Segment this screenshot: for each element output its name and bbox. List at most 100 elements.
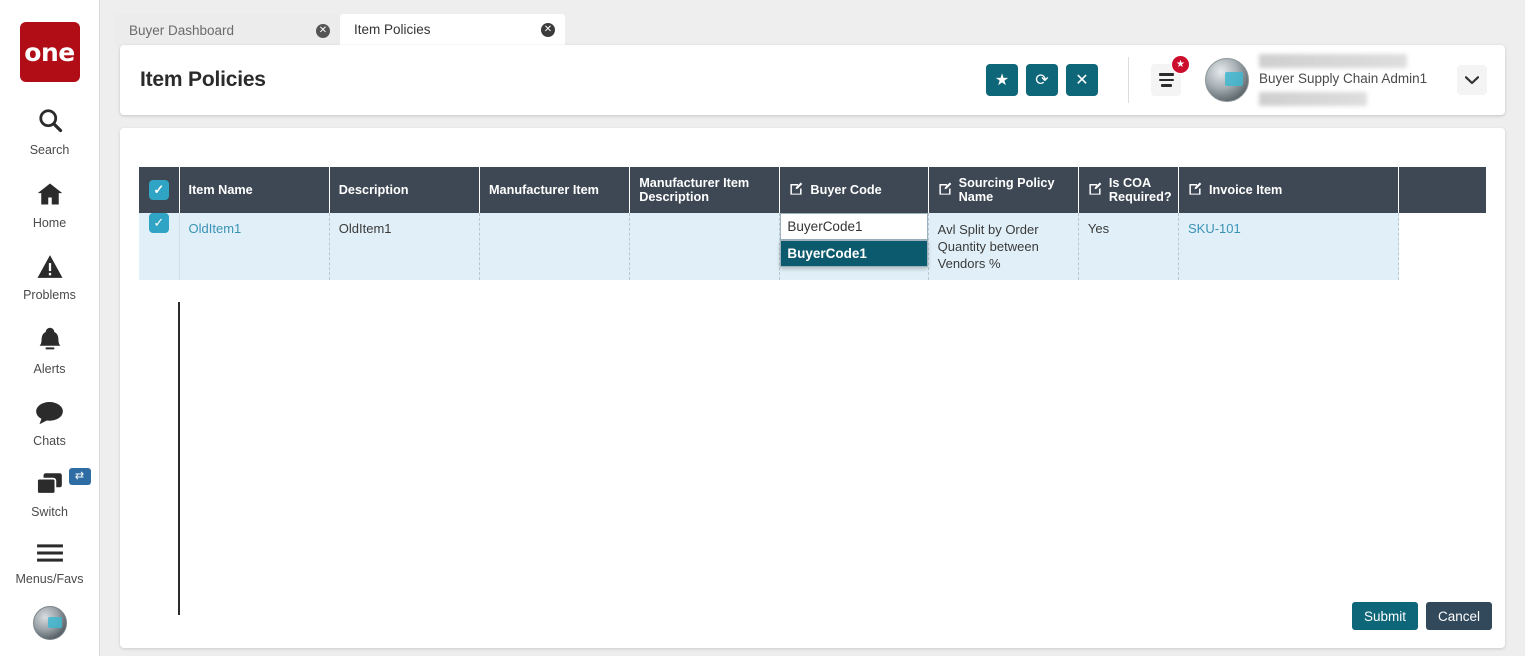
item-name-link[interactable]: OldItem1 bbox=[189, 221, 242, 236]
page-title: Item Policies bbox=[140, 68, 266, 91]
column-header-buyer-code[interactable]: Buyer Code bbox=[779, 167, 929, 213]
sidebar-avatar[interactable] bbox=[32, 606, 67, 640]
close-icon[interactable]: ✕ bbox=[541, 22, 555, 37]
cancel-button[interactable]: Cancel bbox=[1425, 602, 1492, 630]
cell-buyer-code[interactable]: BuyerCode1 BuyerCode1 bbox=[779, 213, 929, 280]
sidebar-item-label: Search bbox=[29, 143, 70, 157]
switch-windows-icon bbox=[35, 472, 64, 500]
row-select-cell: ✓ bbox=[139, 213, 180, 280]
sidebar-item-chats[interactable]: Chats bbox=[0, 400, 100, 448]
user-menu-toggle[interactable] bbox=[1457, 65, 1487, 95]
app-logo[interactable]: one bbox=[19, 22, 80, 82]
sidebar-item-search[interactable]: Search bbox=[0, 106, 100, 157]
application-window: one Search Home Problems Alerts Chats ⇄ … bbox=[0, 0, 1525, 656]
edit-pencil-icon bbox=[938, 181, 953, 199]
invoice-item-link[interactable]: SKU-101 bbox=[1188, 221, 1241, 236]
table-head: ✓ Item Name Description Manufacturer Ite… bbox=[139, 167, 1486, 213]
header-divider bbox=[1128, 57, 1129, 103]
autocomplete-option[interactable]: BuyerCode1 bbox=[781, 241, 928, 266]
sourcing-policy-name-value: Avl Split by Order Quantity between Vend… bbox=[937, 222, 1039, 271]
column-header-is-coa-required[interactable]: Is COA Required? bbox=[1078, 167, 1180, 213]
redacted-role-line bbox=[1259, 92, 1367, 106]
tab-label: Buyer Dashboard bbox=[129, 23, 235, 38]
column-label: Buyer Code bbox=[810, 182, 882, 197]
cell-manufacturer-item-description bbox=[629, 213, 781, 280]
row-checkbox[interactable]: ✓ bbox=[148, 213, 169, 233]
column-header-manufacturer-item[interactable]: Manufacturer Item bbox=[479, 167, 631, 213]
is-coa-required-value: Yes bbox=[1087, 221, 1110, 236]
sidebar-item-switch[interactable]: ⇄ Switch bbox=[0, 468, 100, 519]
tab-item-policies[interactable]: Item Policies ✕ bbox=[340, 14, 565, 47]
grid-frozen-column-divider bbox=[178, 302, 180, 615]
app-logo-text: one bbox=[24, 37, 75, 67]
edit-pencil-icon bbox=[1188, 181, 1203, 199]
select-all-header: ✓ bbox=[139, 167, 180, 213]
sidebar-item-label: Chats bbox=[33, 434, 66, 448]
table-body: ✓ OldItem1 OldItem1 BuyerCode1 BuyerCode… bbox=[139, 213, 1486, 280]
sidebar-item-label: Home bbox=[32, 216, 67, 230]
menu-button[interactable]: ★ bbox=[1151, 55, 1190, 96]
content-card: ✓ Item Name Description Manufacturer Ite… bbox=[120, 128, 1505, 648]
column-label: Is COA Required? bbox=[1108, 176, 1172, 204]
star-badge-icon: ★ bbox=[1171, 55, 1190, 74]
redacted-company-name bbox=[1259, 54, 1407, 68]
buyer-code-autocomplete-dropdown: BuyerCode1 bbox=[780, 240, 929, 267]
table-header-row: ✓ Item Name Description Manufacturer Ite… bbox=[139, 167, 1486, 213]
sidebar-item-problems[interactable]: Problems bbox=[0, 254, 100, 302]
close-button[interactable]: ✕ bbox=[1066, 64, 1098, 96]
column-header-spacer bbox=[1398, 167, 1486, 213]
sidebar-item-alerts[interactable]: Alerts bbox=[0, 326, 100, 376]
select-all-checkbox[interactable]: ✓ bbox=[148, 180, 169, 200]
sidebar-item-label: Menus/Favs bbox=[15, 572, 84, 586]
star-icon: ★ bbox=[994, 72, 1010, 89]
column-label: Item Name bbox=[188, 183, 253, 197]
cell-spacer bbox=[1398, 213, 1486, 280]
home-icon bbox=[36, 181, 64, 211]
cell-item-name[interactable]: OldItem1 bbox=[179, 213, 330, 280]
avatar[interactable] bbox=[1205, 58, 1249, 102]
cell-description: OldItem1 bbox=[329, 213, 480, 280]
left-navigation-rail: one Search Home Problems Alerts Chats ⇄ … bbox=[0, 0, 100, 656]
form-actions: Submit Cancel bbox=[1351, 602, 1492, 630]
data-table: ✓ Item Name Description Manufacturer Ite… bbox=[139, 167, 1486, 280]
sidebar-item-home[interactable]: Home bbox=[0, 181, 100, 230]
sidebar-item-menus-favs[interactable]: Menus/Favs bbox=[0, 543, 100, 586]
column-header-description[interactable]: Description bbox=[329, 167, 480, 213]
description-value: OldItem1 bbox=[338, 221, 392, 236]
cell-invoice-item[interactable]: SKU-101 bbox=[1178, 213, 1400, 280]
cell-is-coa-required[interactable]: Yes bbox=[1078, 213, 1180, 280]
edit-pencil-icon bbox=[789, 181, 804, 199]
main-pane: Buyer Dashboard ✕ Item Policies ✕ Item P… bbox=[100, 0, 1525, 656]
submit-button[interactable]: Submit bbox=[1351, 602, 1418, 630]
close-icon: ✕ bbox=[1075, 72, 1089, 89]
table-row[interactable]: ✓ OldItem1 OldItem1 BuyerCode1 BuyerCode… bbox=[139, 213, 1486, 280]
hamburger-icon bbox=[36, 543, 64, 567]
column-header-sourcing-policy-name[interactable]: Sourcing Policy Name bbox=[928, 167, 1079, 213]
favorite-button[interactable]: ★ bbox=[986, 64, 1018, 96]
cell-manufacturer-item bbox=[479, 213, 631, 280]
page-header-card: Item Policies ★ ⟳ ✕ ★ Buyer Supply Chain… bbox=[120, 45, 1505, 115]
user-info-block: Buyer Supply Chain Admin1 bbox=[1259, 50, 1439, 110]
column-label: Sourcing Policy Name bbox=[958, 176, 1055, 204]
column-label: Manufacturer Item Description bbox=[639, 176, 750, 204]
buyer-code-input[interactable]: BuyerCode1 bbox=[780, 213, 929, 240]
refresh-icon: ⟳ bbox=[1035, 72, 1049, 89]
tab-buyer-dashboard[interactable]: Buyer Dashboard ✕ bbox=[115, 14, 340, 47]
sidebar-item-label: Alerts bbox=[33, 362, 66, 376]
column-label: Invoice Item bbox=[1209, 182, 1283, 197]
swap-arrows-icon[interactable]: ⇄ bbox=[68, 468, 91, 485]
refresh-button[interactable]: ⟳ bbox=[1026, 64, 1058, 96]
close-icon[interactable]: ✕ bbox=[316, 23, 330, 38]
column-header-manufacturer-item-description[interactable]: Manufacturer Item Description bbox=[629, 167, 781, 213]
column-label: Manufacturer Item bbox=[488, 183, 599, 197]
tab-strip: Buyer Dashboard ✕ Item Policies ✕ bbox=[115, 14, 565, 47]
warning-triangle-icon bbox=[36, 254, 64, 283]
tab-label: Item Policies bbox=[354, 22, 431, 37]
cell-sourcing-policy-name[interactable]: Avl Split by Order Quantity between Vend… bbox=[928, 213, 1079, 280]
user-name: Buyer Supply Chain Admin1 bbox=[1259, 71, 1428, 86]
edit-pencil-icon bbox=[1088, 181, 1103, 199]
column-header-item-name[interactable]: Item Name bbox=[179, 167, 330, 213]
column-header-invoice-item[interactable]: Invoice Item bbox=[1178, 167, 1400, 213]
header-actions: ★ ⟳ ✕ ★ Buyer Supply Chain Admin1 bbox=[978, 50, 1487, 110]
sidebar-item-label: Switch bbox=[31, 505, 68, 519]
